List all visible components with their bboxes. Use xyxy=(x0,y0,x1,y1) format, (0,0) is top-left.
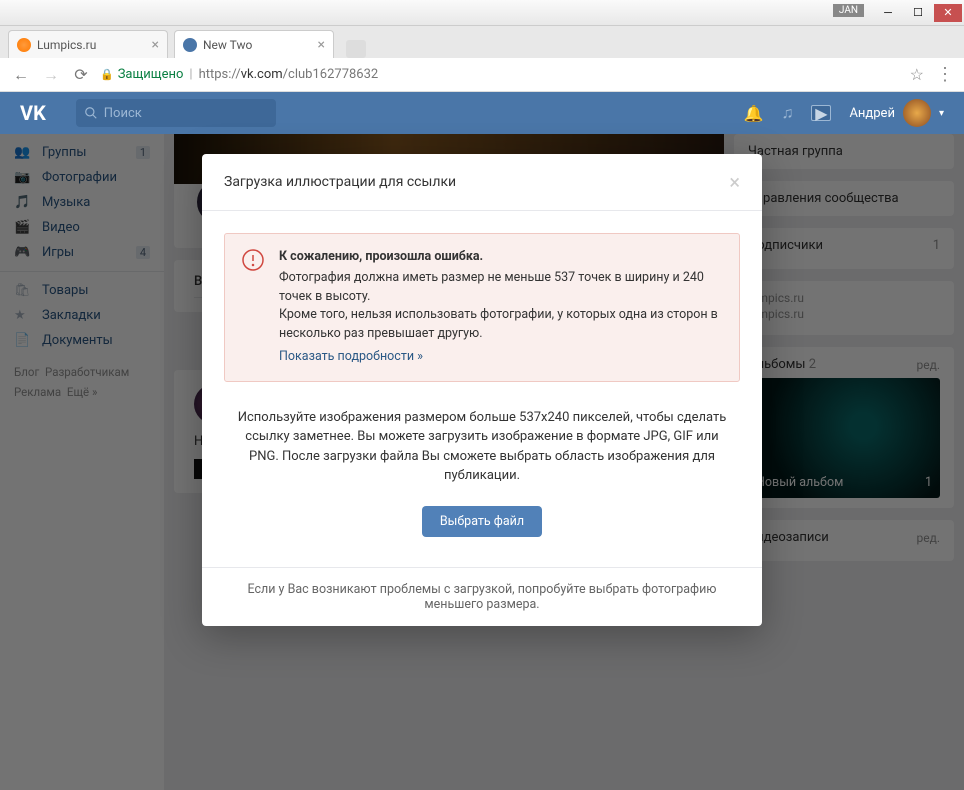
tab-close-icon[interactable]: × xyxy=(318,37,325,53)
modal-info-text: Используйте изображения размером больше … xyxy=(234,408,730,486)
browser-tabstrip: Lumpics.ru × New Two × xyxy=(0,26,964,58)
vk-logo[interactable]: VK xyxy=(20,101,46,125)
upload-modal: Загрузка иллюстрации для ссылки × К сожа… xyxy=(202,154,762,626)
search-placeholder: Поиск xyxy=(104,106,142,121)
notifications-icon[interactable]: 🔔 xyxy=(744,104,764,123)
browser-tab[interactable]: Lumpics.ru × xyxy=(8,30,168,58)
favicon-lumpics-icon xyxy=(17,38,31,52)
profile-menu[interactable]: Андрей ▾ xyxy=(849,99,944,127)
url-field[interactable]: 🔒 Защищено | https://vk.com/club16277863… xyxy=(100,67,902,82)
window-close-button[interactable]: ✕ xyxy=(934,4,962,22)
error-text: Кроме того, нельзя использовать фотограф… xyxy=(279,306,723,344)
favicon-vk-icon xyxy=(183,38,197,52)
window-minimize-button[interactable]: ─ xyxy=(874,4,902,22)
url-prefix: https:// xyxy=(199,67,241,82)
url-host: vk.com xyxy=(241,67,283,82)
vk-header: VK Поиск 🔔 ♫ ▶ Андрей ▾ xyxy=(0,92,964,134)
play-icon[interactable]: ▶ xyxy=(811,105,831,121)
chevron-down-icon: ▾ xyxy=(939,108,944,119)
window-titlebar: JAN ─ ☐ ✕ xyxy=(0,0,964,26)
url-path: /club162778632 xyxy=(283,67,379,82)
avatar xyxy=(903,99,931,127)
error-title: К сожалению, произошла ошибка. xyxy=(279,248,723,267)
error-box: К сожалению, произошла ошибка. Фотографи… xyxy=(224,233,740,382)
tab-title: Lumpics.ru xyxy=(37,38,96,52)
nav-reload-button[interactable]: ⟳ xyxy=(70,64,92,86)
tab-close-icon[interactable]: × xyxy=(152,37,159,53)
modal-close-button[interactable]: × xyxy=(729,170,740,194)
search-icon xyxy=(84,106,98,120)
modal-header: Загрузка иллюстрации для ссылки × xyxy=(202,154,762,211)
user-badge: JAN xyxy=(833,4,864,17)
secure-label: Защищено xyxy=(118,67,184,82)
error-details-link[interactable]: Показать подробности » xyxy=(279,348,423,367)
modal-footer: Если у Вас возникают проблемы с загрузко… xyxy=(202,567,762,626)
lock-icon: 🔒 xyxy=(100,68,114,81)
nav-back-button[interactable]: ← xyxy=(10,64,32,86)
window-maximize-button[interactable]: ☐ xyxy=(904,4,932,22)
browser-tab-active[interactable]: New Two × xyxy=(174,30,334,58)
error-text: Фотография должна иметь размер не меньше… xyxy=(279,269,723,307)
error-icon xyxy=(241,248,265,367)
bookmark-star-icon[interactable]: ☆ xyxy=(910,65,924,84)
modal-title: Загрузка иллюстрации для ссылки xyxy=(224,174,456,190)
browser-address-bar: ← → ⟳ 🔒 Защищено | https://vk.com/club16… xyxy=(0,58,964,92)
search-input[interactable]: Поиск xyxy=(76,99,276,127)
profile-name: Андрей xyxy=(849,106,895,121)
new-tab-button[interactable] xyxy=(346,40,366,58)
tab-title: New Two xyxy=(203,38,252,52)
nav-forward-button[interactable]: → xyxy=(40,64,62,86)
browser-menu-icon[interactable]: ⋮ xyxy=(936,64,954,85)
music-icon[interactable]: ♫ xyxy=(781,103,793,123)
modal-overlay[interactable]: Загрузка иллюстрации для ссылки × К сожа… xyxy=(0,134,964,790)
choose-file-button[interactable]: Выбрать файл xyxy=(422,506,542,537)
